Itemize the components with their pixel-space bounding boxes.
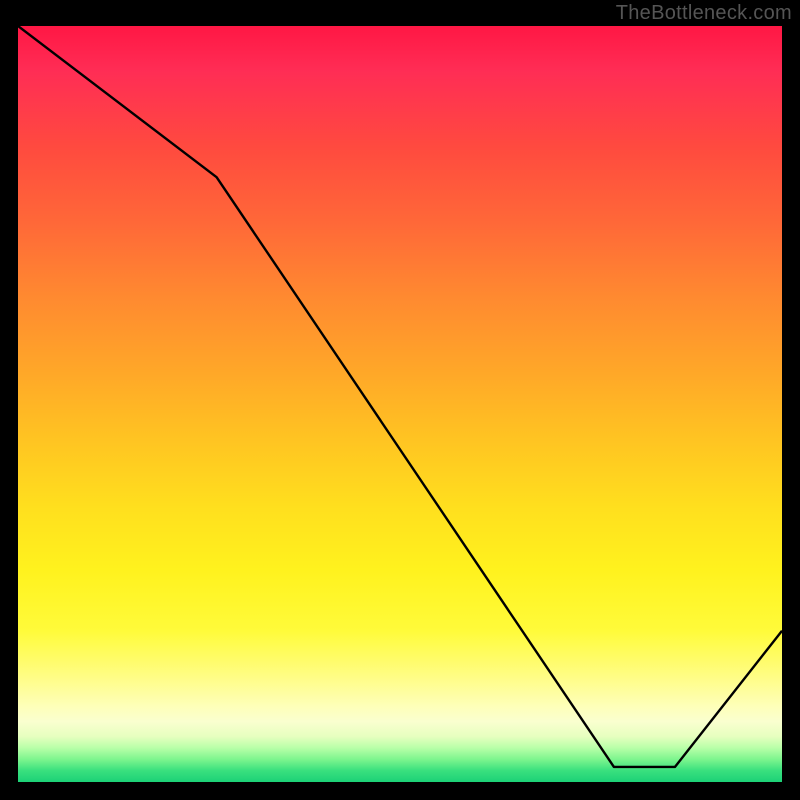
bottleneck-curve-path (18, 26, 782, 767)
chart-line-layer (18, 26, 782, 782)
chart-plot-area (18, 26, 782, 782)
attribution-text: TheBottleneck.com (616, 2, 792, 25)
